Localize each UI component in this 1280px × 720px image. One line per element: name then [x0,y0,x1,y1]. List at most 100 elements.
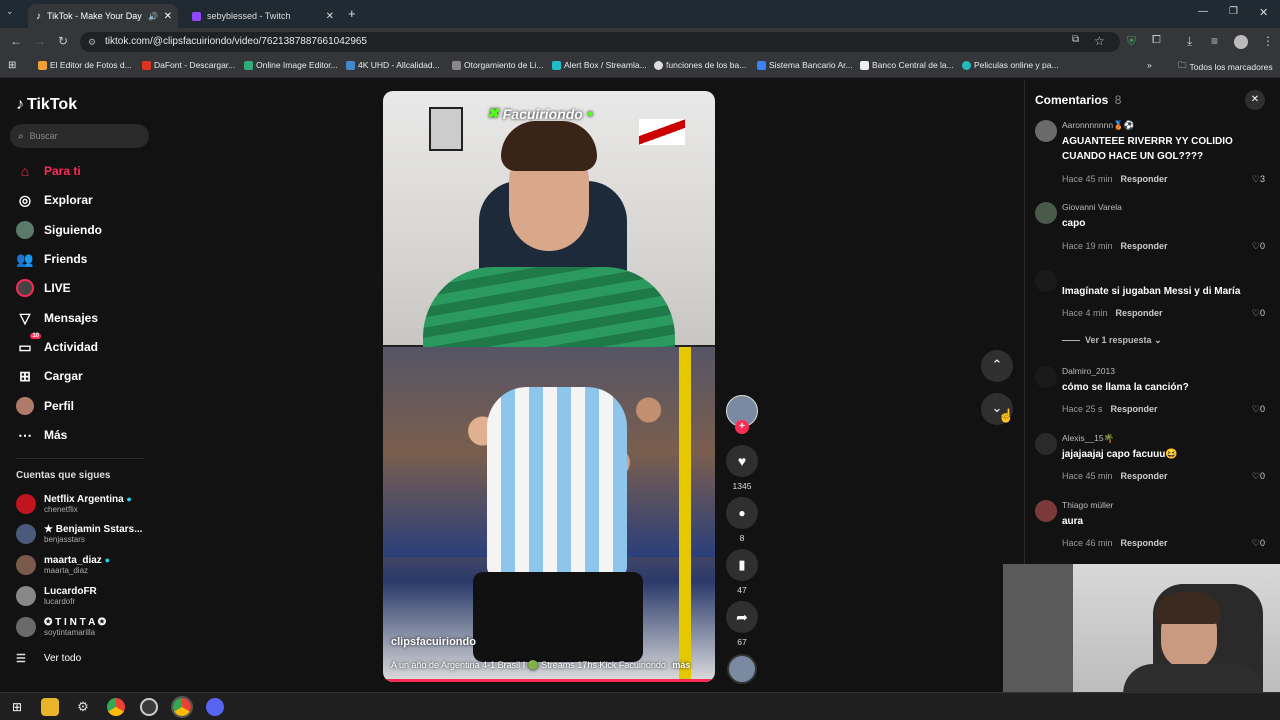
tiktok-logo[interactable]: ♪ TikTok [16,96,77,114]
cast-icon[interactable]: ⧉ [1072,34,1079,45]
follow-plus-icon[interactable]: + [735,420,749,434]
following-account[interactable]: ★ Benjamin Sstars... benjasstars [16,520,142,548]
like-button[interactable]: ♥ [726,445,758,477]
progress-bar[interactable] [383,679,715,682]
back-icon[interactable]: ← [10,34,22,48]
windows-start-icon[interactable]: ⊞ [8,698,26,716]
tab-twitch[interactable]: sebyblessed - Twitch ✕ [184,4,340,28]
extensions-icon[interactable]: ⧠ [1152,34,1161,47]
nav-mensajes[interactable]: ▽ Mensajes [16,307,98,329]
bookmark-item[interactable]: Banco Central de la... [860,60,954,70]
comment-user[interactable]: Alexis__15🌴 [1062,433,1114,444]
forward-icon[interactable]: → [34,34,46,48]
comment-user[interactable]: Thiago müller [1062,500,1114,510]
previous-video-button[interactable]: ⌃ [981,350,1013,382]
sound-avatar[interactable] [727,654,757,684]
reply-button[interactable]: Responder [1121,174,1168,184]
file-explorer-icon[interactable] [41,698,59,716]
site-info-icon[interactable]: ⚙ [88,32,96,52]
close-comments-button[interactable]: ✕ [1245,90,1265,110]
bookmark-item[interactable]: El Editor de Fotos d... [38,60,132,70]
audio-icon[interactable]: 🔊 [148,12,158,21]
menu-icon[interactable]: ⋮ [1262,34,1274,48]
avatar[interactable] [1035,433,1057,455]
reply-button[interactable]: Responder [1111,404,1158,414]
reply-button[interactable]: Responder [1116,308,1163,318]
bookmark-item[interactable]: Otorgamiento de Li... [452,60,543,70]
avatar[interactable] [1035,366,1057,388]
see-all-link[interactable]: ☰ Ver todo [16,647,81,669]
reply-button[interactable]: Responder [1121,471,1168,481]
tab-list-button[interactable]: ⌄ [6,6,20,20]
nav-cargar[interactable]: ⊞ Cargar [16,365,83,387]
close-tab-icon[interactable]: ✕ [326,11,334,22]
comment-like[interactable]: ♡0 [1252,404,1265,415]
comment-user[interactable]: Aaronnnnnnn🥉⚽ [1062,120,1134,131]
nav-friends[interactable]: 👥 Friends [16,248,87,270]
share-button[interactable]: ➦ [726,601,758,633]
reply-button[interactable]: Responder [1121,241,1168,251]
bookmark-star-icon[interactable]: ☆ [1094,34,1105,48]
all-bookmarks-folder[interactable]: 🗀 Todos los marcadores [1178,60,1273,74]
nav-perfil[interactable]: Perfil [16,395,74,417]
comment-like[interactable]: ♡0 [1252,308,1265,319]
url-input[interactable]: ⚙ tiktok.com/@clipsfacuiriondo/video/762… [80,32,1120,52]
bookmarks-overflow-icon[interactable]: » [1147,60,1152,70]
comment-like[interactable]: ♡0 [1252,241,1265,252]
maximize-button[interactable]: ❐ [1229,6,1238,17]
bookmark-item[interactable]: DaFont - Descargar... [142,60,235,70]
apps-icon[interactable]: ⊞ [8,60,16,71]
nav-actividad[interactable]: ▭ 10 Actividad [16,333,98,358]
bookmark-item[interactable]: Sistema Bancario Ar... [757,60,853,70]
discord-icon[interactable] [206,698,224,716]
view-replies-button[interactable]: —— Ver 1 respuesta ⌄ [1062,335,1162,346]
tab-tiktok[interactable]: ♪ TikTok - Make Your Day 🔊 ✕ [28,4,178,28]
comment-user[interactable]: Giovanni Varela [1062,202,1122,212]
more-link[interactable]: más [672,660,690,670]
avatar[interactable] [1035,270,1057,292]
following-account[interactable]: maarta_diaz ● maarta_diaz [16,551,110,579]
profile-avatar[interactable] [1234,35,1248,49]
reply-button[interactable]: Responder [1121,538,1168,548]
nav-mas[interactable]: ⋯ Más [16,424,67,446]
close-window-button[interactable]: ✕ [1259,6,1268,19]
bookmark-item[interactable]: Alert Box / Streamla... [552,60,647,70]
search-input[interactable]: ⌕ Buscar [10,124,149,148]
avatar[interactable] [1035,500,1057,522]
comment-like[interactable]: ♡3 [1252,174,1265,185]
nav-explorar[interactable]: ◎ Explorar [16,189,93,211]
comment-like[interactable]: ♡0 [1252,471,1265,482]
avatar[interactable] [1035,120,1057,142]
nav-para-ti[interactable]: ⌂ Para ti [16,160,81,182]
close-tab-icon[interactable]: ✕ [164,11,172,22]
following-account[interactable]: ✪ T I N T A ✪ soytintamarilla [16,613,106,641]
following-account[interactable]: Netflix Argentina ● chenetflix [16,490,132,518]
nav-live[interactable]: LIVE [16,277,71,299]
settings-gear-icon[interactable]: ⚙ [74,698,92,716]
comment-button[interactable]: ● [726,497,758,529]
new-tab-button[interactable]: + [348,6,356,21]
app-icon[interactable] [140,698,158,716]
shield-extension-icon[interactable]: ⛨ [1127,34,1136,49]
bookmark-item[interactable]: 4K UHD - Allcalidad... [346,60,440,70]
comment-like[interactable]: ♡0 [1252,538,1265,549]
comment-user[interactable]: Dalmiro_2013 [1062,366,1115,376]
nav-siguiendo[interactable]: Siguiendo [16,219,102,241]
webcam-shelf [1003,564,1073,692]
bookmark-item[interactable]: funciones de los ba... [654,60,746,70]
reload-icon[interactable]: ↻ [58,34,68,48]
bookmark-item[interactable]: Peliculas online y pa... [962,60,1059,70]
chrome-icon[interactable] [107,698,125,716]
avatar[interactable] [1035,202,1057,224]
following-account[interactable]: LucardoFR lucardofr [16,582,97,610]
home-icon: ⌂ [20,163,30,179]
chrome-active-icon[interactable] [171,696,193,718]
minimize-button[interactable]: — [1198,6,1208,17]
save-button[interactable]: ▮ [726,549,758,581]
download-icon[interactable]: ⤓ [1187,34,1192,49]
bookmark-item[interactable]: Online Image Editor... [244,60,338,70]
account-handle: lucardofr [44,597,76,606]
video-player[interactable]: ✖ Facuiriondo ● clipsfacuiriondo A un añ… [383,91,715,682]
media-icon[interactable]: ≡ [1211,34,1218,48]
video-author[interactable]: clipsfacuiriondo [391,636,476,648]
